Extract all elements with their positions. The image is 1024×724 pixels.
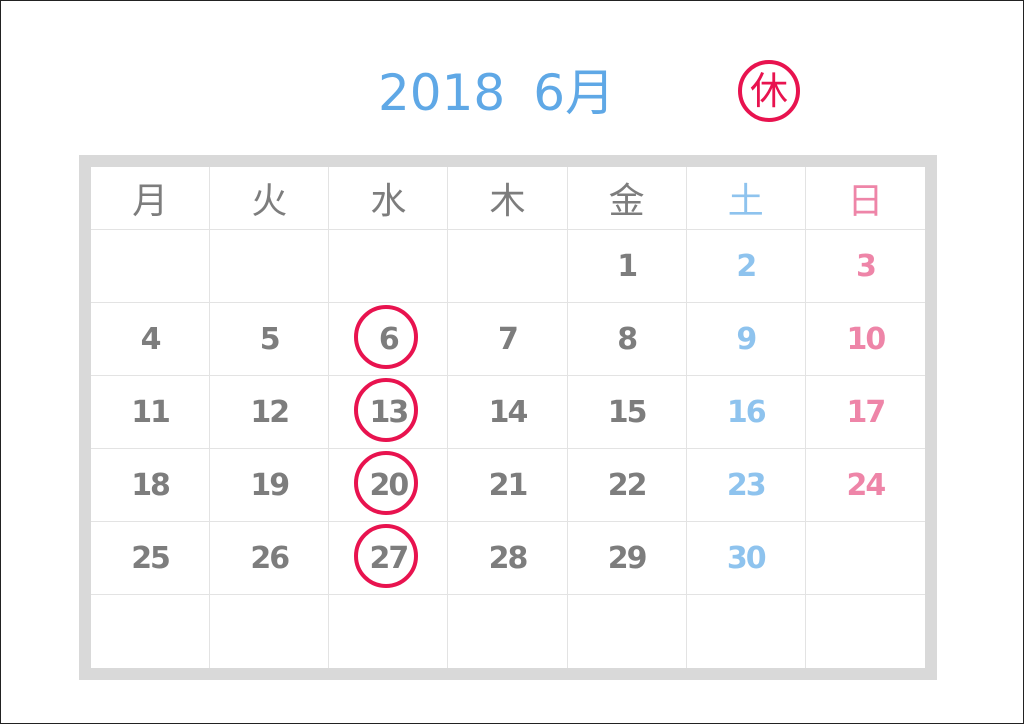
weekday-header-sun: 日 [805, 167, 925, 230]
empty-day-cell [448, 230, 568, 303]
day-cell-22: 22 [567, 449, 687, 522]
day-number: 23 [726, 467, 767, 503]
day-number: 16 [726, 394, 767, 430]
day-number: 12 [250, 394, 290, 430]
day-cell-14: 14 [448, 376, 568, 449]
day-cell-4: 4 [91, 303, 211, 376]
day-number: 24 [846, 467, 887, 503]
day-cell-17: 17 [805, 376, 925, 449]
day-cell-28: 28 [448, 522, 568, 595]
day-cell-13: 13 [329, 376, 449, 449]
day-number: 18 [131, 467, 171, 503]
day-number: 30 [726, 540, 767, 576]
weekday-header-tue: 火 [210, 167, 330, 230]
empty-day-cell [568, 595, 687, 668]
day-cell-16: 16 [686, 376, 806, 449]
day-cell-6: 6 [329, 303, 449, 376]
day-number: 9 [736, 321, 757, 357]
empty-day-cell [91, 595, 211, 668]
empty-day-cell [448, 595, 568, 668]
day-cell-1: 1 [567, 230, 687, 303]
day-number: 19 [250, 467, 290, 503]
day-cell-20: 20 [329, 449, 449, 522]
day-cell-21: 21 [448, 449, 568, 522]
day-cell-26: 26 [210, 522, 330, 595]
day-number: 29 [607, 540, 648, 576]
day-cell-12: 12 [210, 376, 330, 449]
day-cell-2: 2 [686, 230, 806, 303]
day-cell-7: 7 [448, 303, 568, 376]
day-number: 17 [846, 394, 887, 430]
holiday-circle [354, 524, 419, 588]
day-number: 5 [259, 321, 281, 357]
day-cell-27: 27 [329, 522, 449, 595]
day-cell-25: 25 [91, 522, 211, 595]
calendar-title: 2018 6月 [378, 58, 615, 128]
calendar-month: 6月 [533, 64, 616, 122]
calendar-frame: 月火水木金土日 1 2 3 4 5 6 7 8 9 10 11 12 13 14 15 16 17 18 19 20 21… [79, 155, 937, 680]
weekday-header-mon: 月 [91, 167, 211, 230]
day-cell-19: 19 [210, 449, 330, 522]
weekday-header-wed: 水 [329, 167, 449, 230]
day-number: 10 [846, 321, 887, 357]
empty-day-cell [329, 230, 449, 303]
day-number: 7 [498, 321, 519, 357]
day-number: 21 [488, 467, 529, 503]
day-number: 22 [607, 467, 648, 503]
empty-day-cell [91, 230, 211, 303]
day-cell-18: 18 [91, 449, 211, 522]
day-number: 4 [140, 321, 162, 357]
day-cell-24: 24 [805, 449, 925, 522]
day-number: 3 [855, 248, 877, 284]
day-cell-5: 5 [210, 303, 330, 376]
holiday-circle [354, 378, 419, 442]
day-number: 1 [617, 248, 638, 284]
day-cell-8: 8 [567, 303, 687, 376]
day-cell-9: 9 [686, 303, 806, 376]
day-number: 26 [250, 540, 290, 576]
day-cell-11: 11 [91, 376, 211, 449]
day-number: 28 [488, 540, 529, 576]
holiday-circle [354, 305, 419, 369]
empty-day-cell [805, 522, 925, 595]
holiday-circle [354, 451, 419, 515]
day-number: 25 [131, 540, 171, 576]
day-cell-10: 10 [805, 303, 925, 376]
empty-day-cell [329, 595, 449, 668]
day-cell-23: 23 [686, 449, 806, 522]
weekday-header-thu: 木 [448, 167, 568, 230]
day-cell-3: 3 [805, 230, 925, 303]
day-number: 15 [607, 394, 648, 430]
day-number: 11 [131, 394, 171, 430]
holiday-legend-mark: 休 [738, 60, 800, 122]
calendar-grid: 月火水木金土日 1 2 3 4 5 6 7 8 9 10 11 12 13 14 15 16 17 18 19 20 21… [91, 167, 925, 668]
day-number: 14 [488, 394, 529, 430]
day-cell-29: 29 [567, 522, 687, 595]
empty-day-cell [687, 595, 806, 668]
weekday-header-sat: 土 [686, 167, 806, 230]
day-number: 2 [736, 248, 757, 284]
weekday-header-fri: 金 [567, 167, 687, 230]
empty-day-cell [806, 595, 925, 668]
calendar-year: 2018 [378, 64, 506, 122]
empty-day-cell [210, 595, 330, 668]
empty-day-cell [210, 230, 330, 303]
day-cell-30: 30 [686, 522, 806, 595]
day-cell-15: 15 [567, 376, 687, 449]
day-number: 8 [617, 321, 638, 357]
